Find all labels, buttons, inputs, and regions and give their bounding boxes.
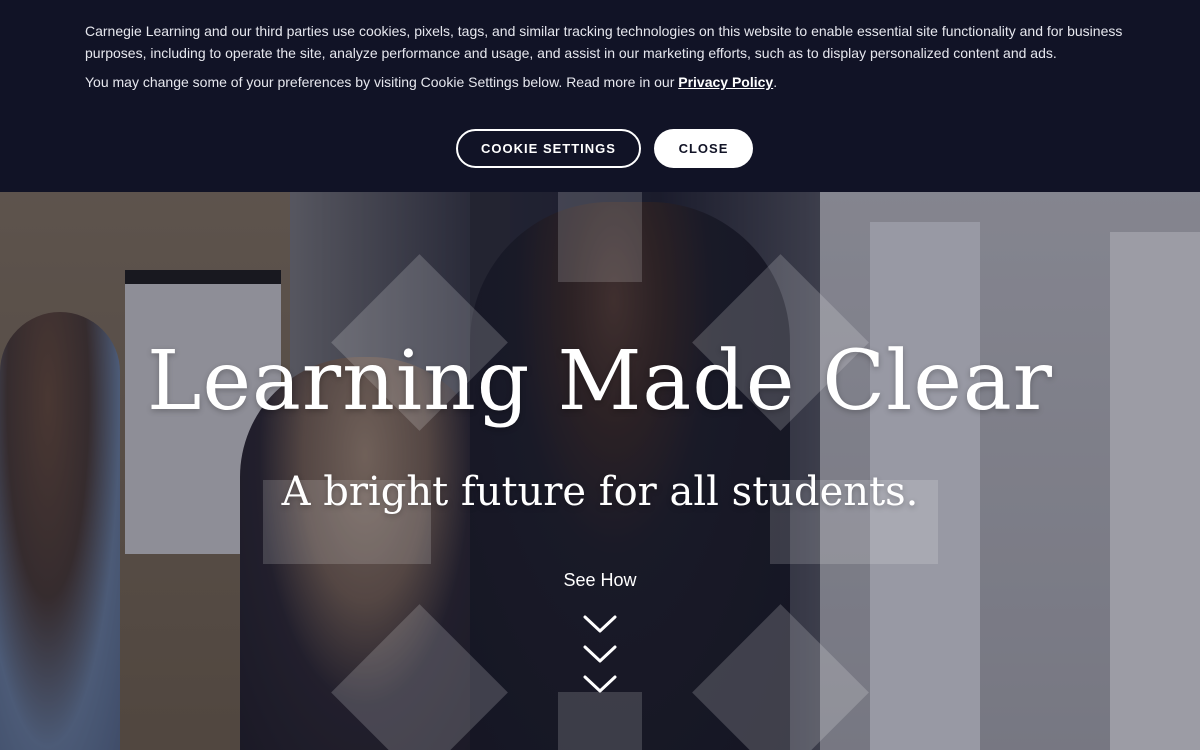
- cookie-preferences-note: You may change some of your preferences …: [85, 71, 1125, 93]
- cookie-button-group: COOKIE SETTINGS CLOSE: [456, 129, 753, 168]
- cookie-description: Carnegie Learning and our third parties …: [85, 23, 1123, 61]
- cookie-preferences-suffix: .: [773, 74, 778, 90]
- privacy-policy-link[interactable]: Privacy Policy: [678, 74, 773, 90]
- cookie-banner: Carnegie Learning and our third parties …: [0, 0, 1200, 192]
- cookie-preferences-prefix: You may change some of your preferences …: [85, 74, 679, 90]
- see-how-link[interactable]: See How: [500, 570, 700, 591]
- hero-content: Learning Made Clear A bright future for …: [0, 192, 1200, 750]
- cookie-settings-button[interactable]: COOKIE SETTINGS: [456, 129, 641, 168]
- chevron-down-triple-icon[interactable]: [582, 612, 618, 702]
- hero-section: Learning Made Clear A bright future for …: [0, 192, 1200, 750]
- cookie-close-button[interactable]: CLOSE: [654, 129, 753, 168]
- hero-subtitle: A bright future for all students.: [281, 469, 919, 515]
- cookie-text: Carnegie Learning and our third parties …: [85, 20, 1125, 93]
- hero-title: Learning Made Clear: [147, 334, 1053, 429]
